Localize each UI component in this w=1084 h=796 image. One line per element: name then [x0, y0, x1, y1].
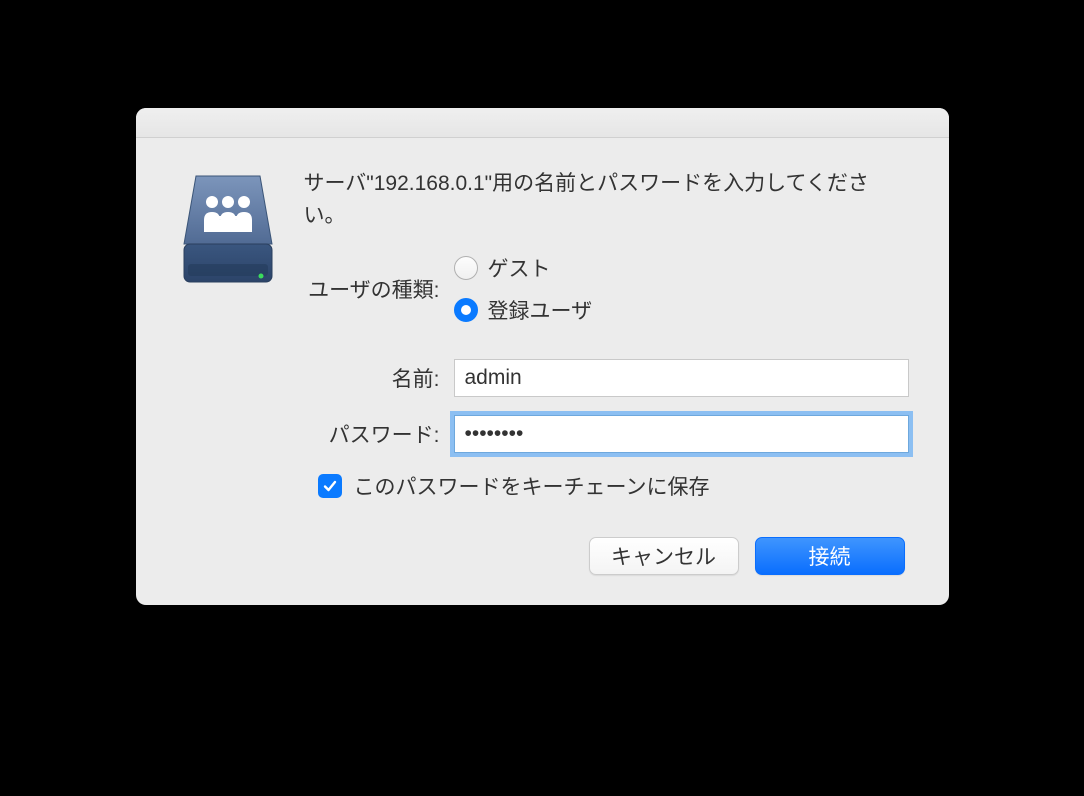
cancel-button[interactable]: キャンセル — [589, 537, 739, 575]
radio-icon — [454, 256, 478, 280]
dialog-titlebar — [136, 108, 949, 138]
radio-guest-label: ゲスト — [488, 253, 551, 283]
remember-label: このパスワードをキーチェーンに保存 — [354, 471, 710, 501]
radio-registered-user[interactable]: 登録ユーザ — [454, 289, 593, 331]
remember-checkbox[interactable] — [318, 474, 342, 498]
user-type-label: ユーザの種類: — [304, 274, 454, 304]
auth-dialog: サーバ"192.168.0.1"用の名前とパスワードを入力してください。 ユーザ… — [136, 108, 949, 605]
radio-guest[interactable]: ゲスト — [454, 247, 593, 289]
connect-button[interactable]: 接続 — [755, 537, 905, 575]
shared-drive-icon — [176, 172, 280, 290]
dialog-prompt: サーバ"192.168.0.1"用の名前とパスワードを入力してください。 — [304, 168, 909, 231]
name-label: 名前: — [304, 363, 454, 393]
radio-icon — [454, 298, 478, 322]
radio-registered-label: 登録ユーザ — [488, 295, 593, 325]
name-input[interactable] — [454, 359, 909, 397]
check-icon — [322, 478, 338, 494]
password-input[interactable] — [454, 415, 909, 453]
password-label: パスワード: — [304, 419, 454, 449]
